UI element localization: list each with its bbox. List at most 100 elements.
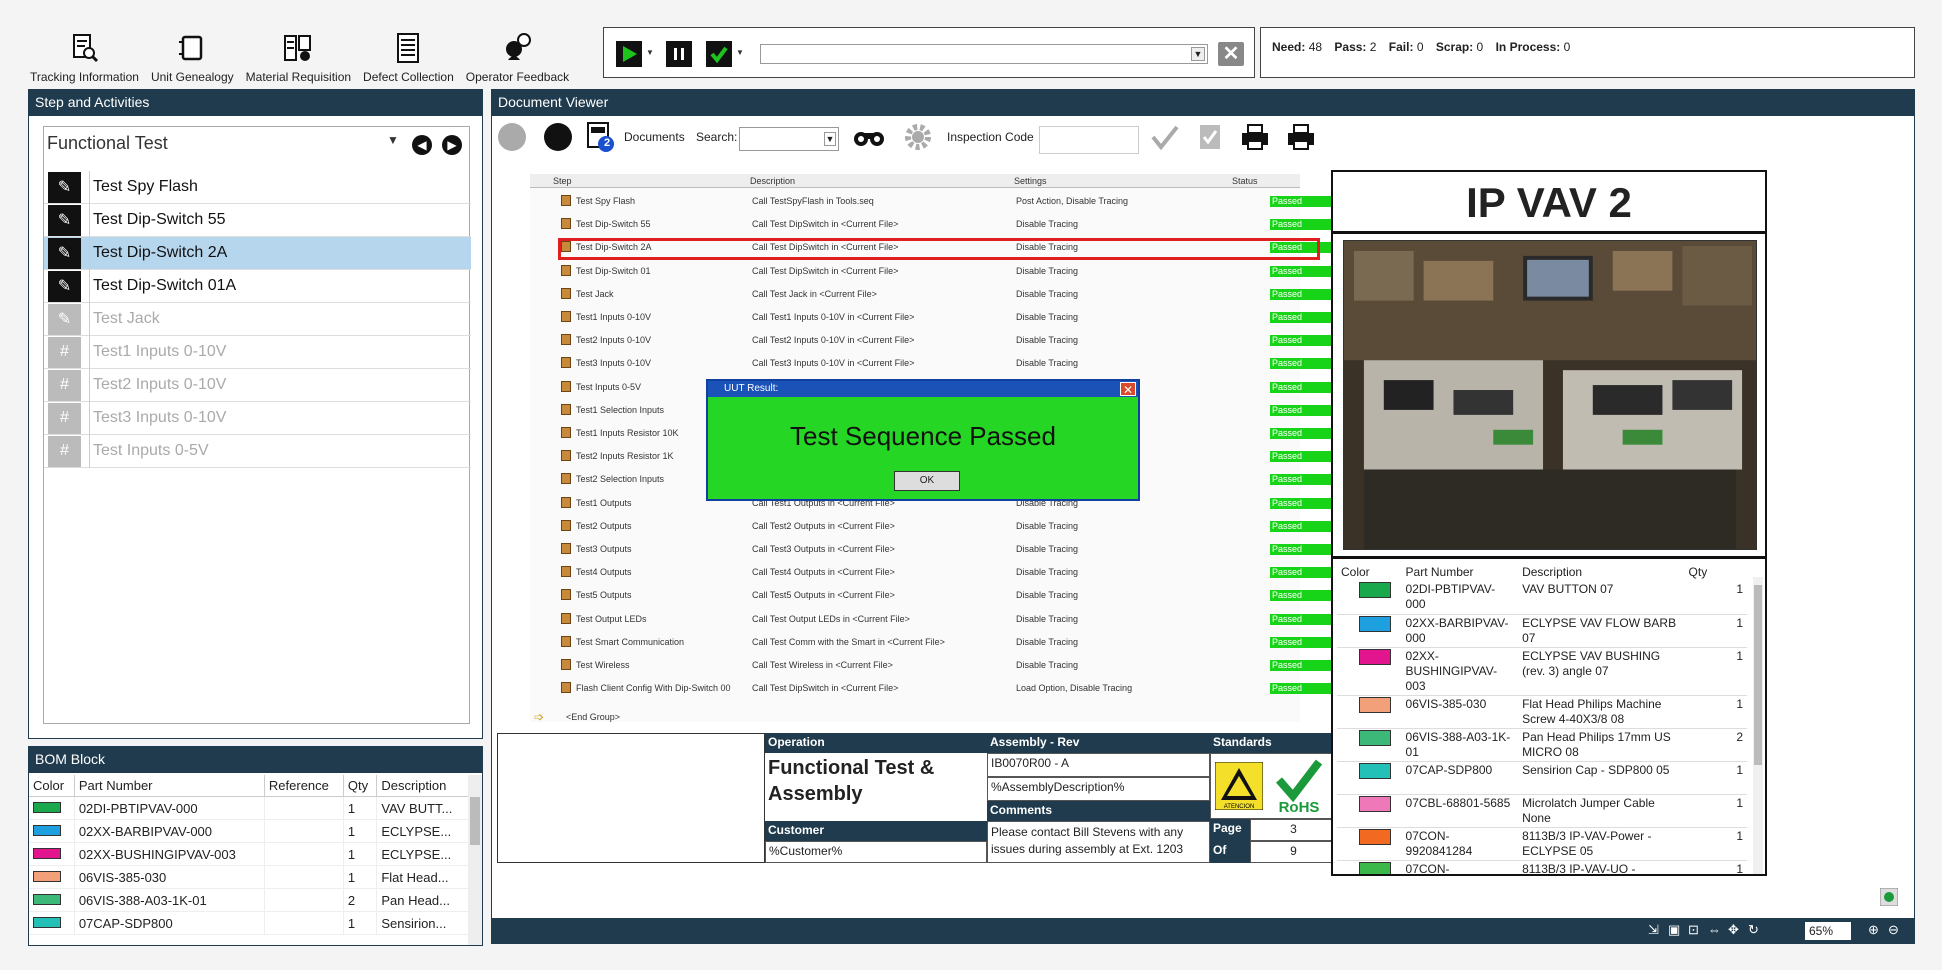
status-badge: Passed	[1270, 381, 1336, 393]
select-tool-icon[interactable]: ⇲	[1648, 922, 1659, 938]
bom-row[interactable]: 02DI-PBTIPVAV-000 1 VAV BUTT...	[29, 796, 469, 820]
zoom-level[interactable]: 65%	[1805, 922, 1851, 940]
rotate-icon[interactable]: ↻	[1748, 922, 1759, 938]
bom-scrollbar[interactable]	[468, 775, 482, 945]
document-check-icon[interactable]	[1198, 123, 1222, 151]
color-swatch	[1359, 795, 1391, 812]
dialog-close-icon[interactable]: ✕	[1120, 382, 1136, 397]
product-bom-scrollbar[interactable]	[1753, 577, 1763, 874]
step-item[interactable]: # Test2 Inputs 0-10V	[44, 369, 471, 402]
product-row: 07CON-9920841284 8113B/3 IP-VAV-Power - E…	[1337, 827, 1747, 861]
sequence-row[interactable]: Test2 Inputs 0-10V Call Test2 Inputs 0-10…	[530, 329, 1336, 352]
tracking-information-button[interactable]: Tracking Information	[26, 30, 143, 84]
sequence-row[interactable]: Test5 Outputs Call Test5 Outputs in <Curr…	[530, 584, 1336, 607]
step-item[interactable]: # Test Inputs 0-5V	[44, 435, 471, 468]
bom-row[interactable]: 07CAP-SDP800 1 Sensirion...	[29, 911, 469, 935]
inspect-check-icon[interactable]	[1150, 123, 1180, 151]
print-all-icon[interactable]	[1286, 123, 1316, 151]
chevron-down-icon[interactable]: ▼	[824, 132, 836, 146]
activity-selector[interactable]: Functional Test	[47, 133, 168, 154]
pause-button[interactable]	[666, 41, 692, 67]
stop-button[interactable]: ✕	[1218, 42, 1244, 66]
run-button[interactable]	[616, 41, 642, 67]
validate-dropdown-icon[interactable]: ▼	[736, 48, 744, 57]
product-cell-desc: Flat Head Philips Machine Screw 4-40X3/8…	[1518, 695, 1685, 729]
documents-icon[interactable]	[586, 121, 616, 153]
forward-icon[interactable]	[544, 123, 572, 151]
operator-feedback-button[interactable]: Operator Feedback	[462, 30, 573, 84]
status-badge: Passed	[1270, 590, 1336, 602]
step-item[interactable]: # Test1 Inputs 0-10V	[44, 336, 471, 369]
scroll-thumb[interactable]	[1754, 585, 1762, 765]
product-cell-desc: Microlatch Jumper Cable None	[1518, 794, 1685, 828]
binoculars-icon[interactable]	[852, 129, 886, 147]
validate-button[interactable]	[706, 41, 732, 67]
material-requisition-button[interactable]: Material Requisition	[242, 30, 355, 84]
bom-column-header[interactable]: Color	[29, 775, 75, 797]
sequence-step-name: Test Jack	[576, 288, 614, 299]
bom-column-header[interactable]: Part Number	[74, 775, 265, 797]
step-item[interactable]: ✎ Test Dip-Switch 55	[44, 204, 471, 237]
unit-genealogy-button[interactable]: Unit Genealogy	[147, 30, 238, 84]
chevron-down-icon[interactable]: ▼	[1191, 47, 1205, 61]
sequence-description: Call Test Wireless in <Current File>	[752, 660, 893, 670]
bom-row[interactable]: 02XX-BUSHINGIPVAV-003 1 ECLYPSE...	[29, 842, 469, 866]
zoom-in-icon[interactable]: ⊕	[1868, 922, 1879, 938]
step-item[interactable]: ✎ Test Spy Flash	[44, 171, 471, 204]
sequence-row[interactable]: Test Spy Flash Call TestSpyFlash in Tools…	[530, 190, 1336, 213]
bom-cell-desc: Sensirion...	[376, 911, 469, 935]
inspection-code-input[interactable]	[1039, 126, 1139, 154]
back-icon[interactable]	[498, 123, 526, 151]
refresh-icon[interactable]	[1880, 888, 1898, 906]
step-item[interactable]: ✎ Test Jack	[44, 303, 471, 336]
zoom-out-icon[interactable]: ⊖	[1888, 922, 1899, 938]
settings-gear-icon[interactable]	[904, 123, 932, 151]
bom-cell-ref	[264, 819, 344, 843]
fit-page-icon[interactable]: ▣	[1668, 922, 1680, 938]
bom-column-header[interactable]: Reference	[264, 775, 344, 797]
status-badge: Passed	[1270, 196, 1336, 207]
sequence-row[interactable]: Test Dip-Switch 55 Call Test DipSwitch in…	[530, 213, 1336, 236]
scroll-thumb[interactable]	[470, 797, 480, 845]
tool-label: Unit Genealogy	[150, 70, 234, 84]
sequence-row[interactable]: Test1 Inputs 0-10V Call Test1 Inputs 0-10…	[530, 306, 1336, 329]
next-step-icon[interactable]: ▶	[442, 135, 462, 155]
sequence-row[interactable]: Flash Client Config With Dip-Switch 00 Ca…	[530, 677, 1336, 700]
step-item[interactable]: ✎ Test Dip-Switch 01A	[44, 270, 471, 303]
step-item[interactable]: # Test3 Inputs 0-10V	[44, 402, 471, 435]
color-swatch	[1359, 729, 1391, 746]
search-input[interactable]: ▼	[739, 127, 839, 151]
sequence-select[interactable]: ▼	[760, 44, 1208, 64]
sequence-row[interactable]: Test Smart Communication Call Test Comm w…	[530, 631, 1336, 654]
bom-row[interactable]: 02XX-BARBIPVAV-000 1 ECLYPSE...	[29, 819, 469, 843]
steps-panel-title: Step and Activities	[29, 90, 482, 116]
bom-column-header[interactable]: Qty	[343, 775, 378, 797]
sequence-row[interactable]: Test3 Outputs Call Test3 Outputs in <Curr…	[530, 538, 1336, 561]
defect-collection-button[interactable]: Defect Collection	[359, 30, 458, 84]
fit-width-icon[interactable]: ⇔	[1708, 922, 1721, 937]
pan-icon[interactable]: ✥	[1728, 922, 1739, 938]
bom-column-header[interactable]: Description	[376, 775, 469, 797]
bom-row[interactable]: 06VIS-385-030 1 Flat Head...	[29, 865, 469, 889]
sequence-row[interactable]: Test3 Inputs 0-10V Call Test3 Inputs 0-10…	[530, 352, 1336, 375]
sequence-row[interactable]: Test4 Outputs Call Test4 Outputs in <Curr…	[530, 561, 1336, 584]
print-icon[interactable]	[1240, 123, 1270, 151]
bom-row[interactable]: 06VIS-388-A03-1K-01 2 Pan Head...	[29, 888, 469, 912]
documents-label[interactable]: Documents	[624, 130, 685, 144]
sequence-step-name: Test5 Outputs	[576, 590, 632, 601]
sequence-row[interactable]: Test Wireless Call Test Wireless in <Curr…	[530, 654, 1336, 677]
sequence-row[interactable]: Test2 Outputs Call Test2 Outputs in <Curr…	[530, 515, 1336, 538]
step-item[interactable]: ✎ Test Dip-Switch 2A	[44, 237, 471, 270]
chevron-down-icon[interactable]: ▼	[387, 133, 399, 147]
play-icon	[623, 46, 637, 62]
sequence-row[interactable]: Test Dip-Switch 01 Call Test DipSwitch in…	[530, 260, 1336, 283]
run-dropdown-icon[interactable]: ▼	[646, 48, 654, 57]
sequence-row[interactable]: Test Output LEDs Call Test Output LEDs in…	[530, 608, 1336, 631]
bom-cell-desc: VAV BUTT...	[376, 796, 469, 820]
sequence-settings: Disable Tracing	[1016, 636, 1079, 647]
actual-size-icon[interactable]: ⊡	[1688, 922, 1699, 938]
previous-step-icon[interactable]: ◀	[412, 135, 432, 155]
sequence-row[interactable]: Test Jack Call Test Jack in <Current File…	[530, 283, 1336, 306]
ok-button[interactable]: OK	[894, 471, 960, 491]
assembly-rev-value: IB0070R00 - A	[987, 753, 1210, 777]
